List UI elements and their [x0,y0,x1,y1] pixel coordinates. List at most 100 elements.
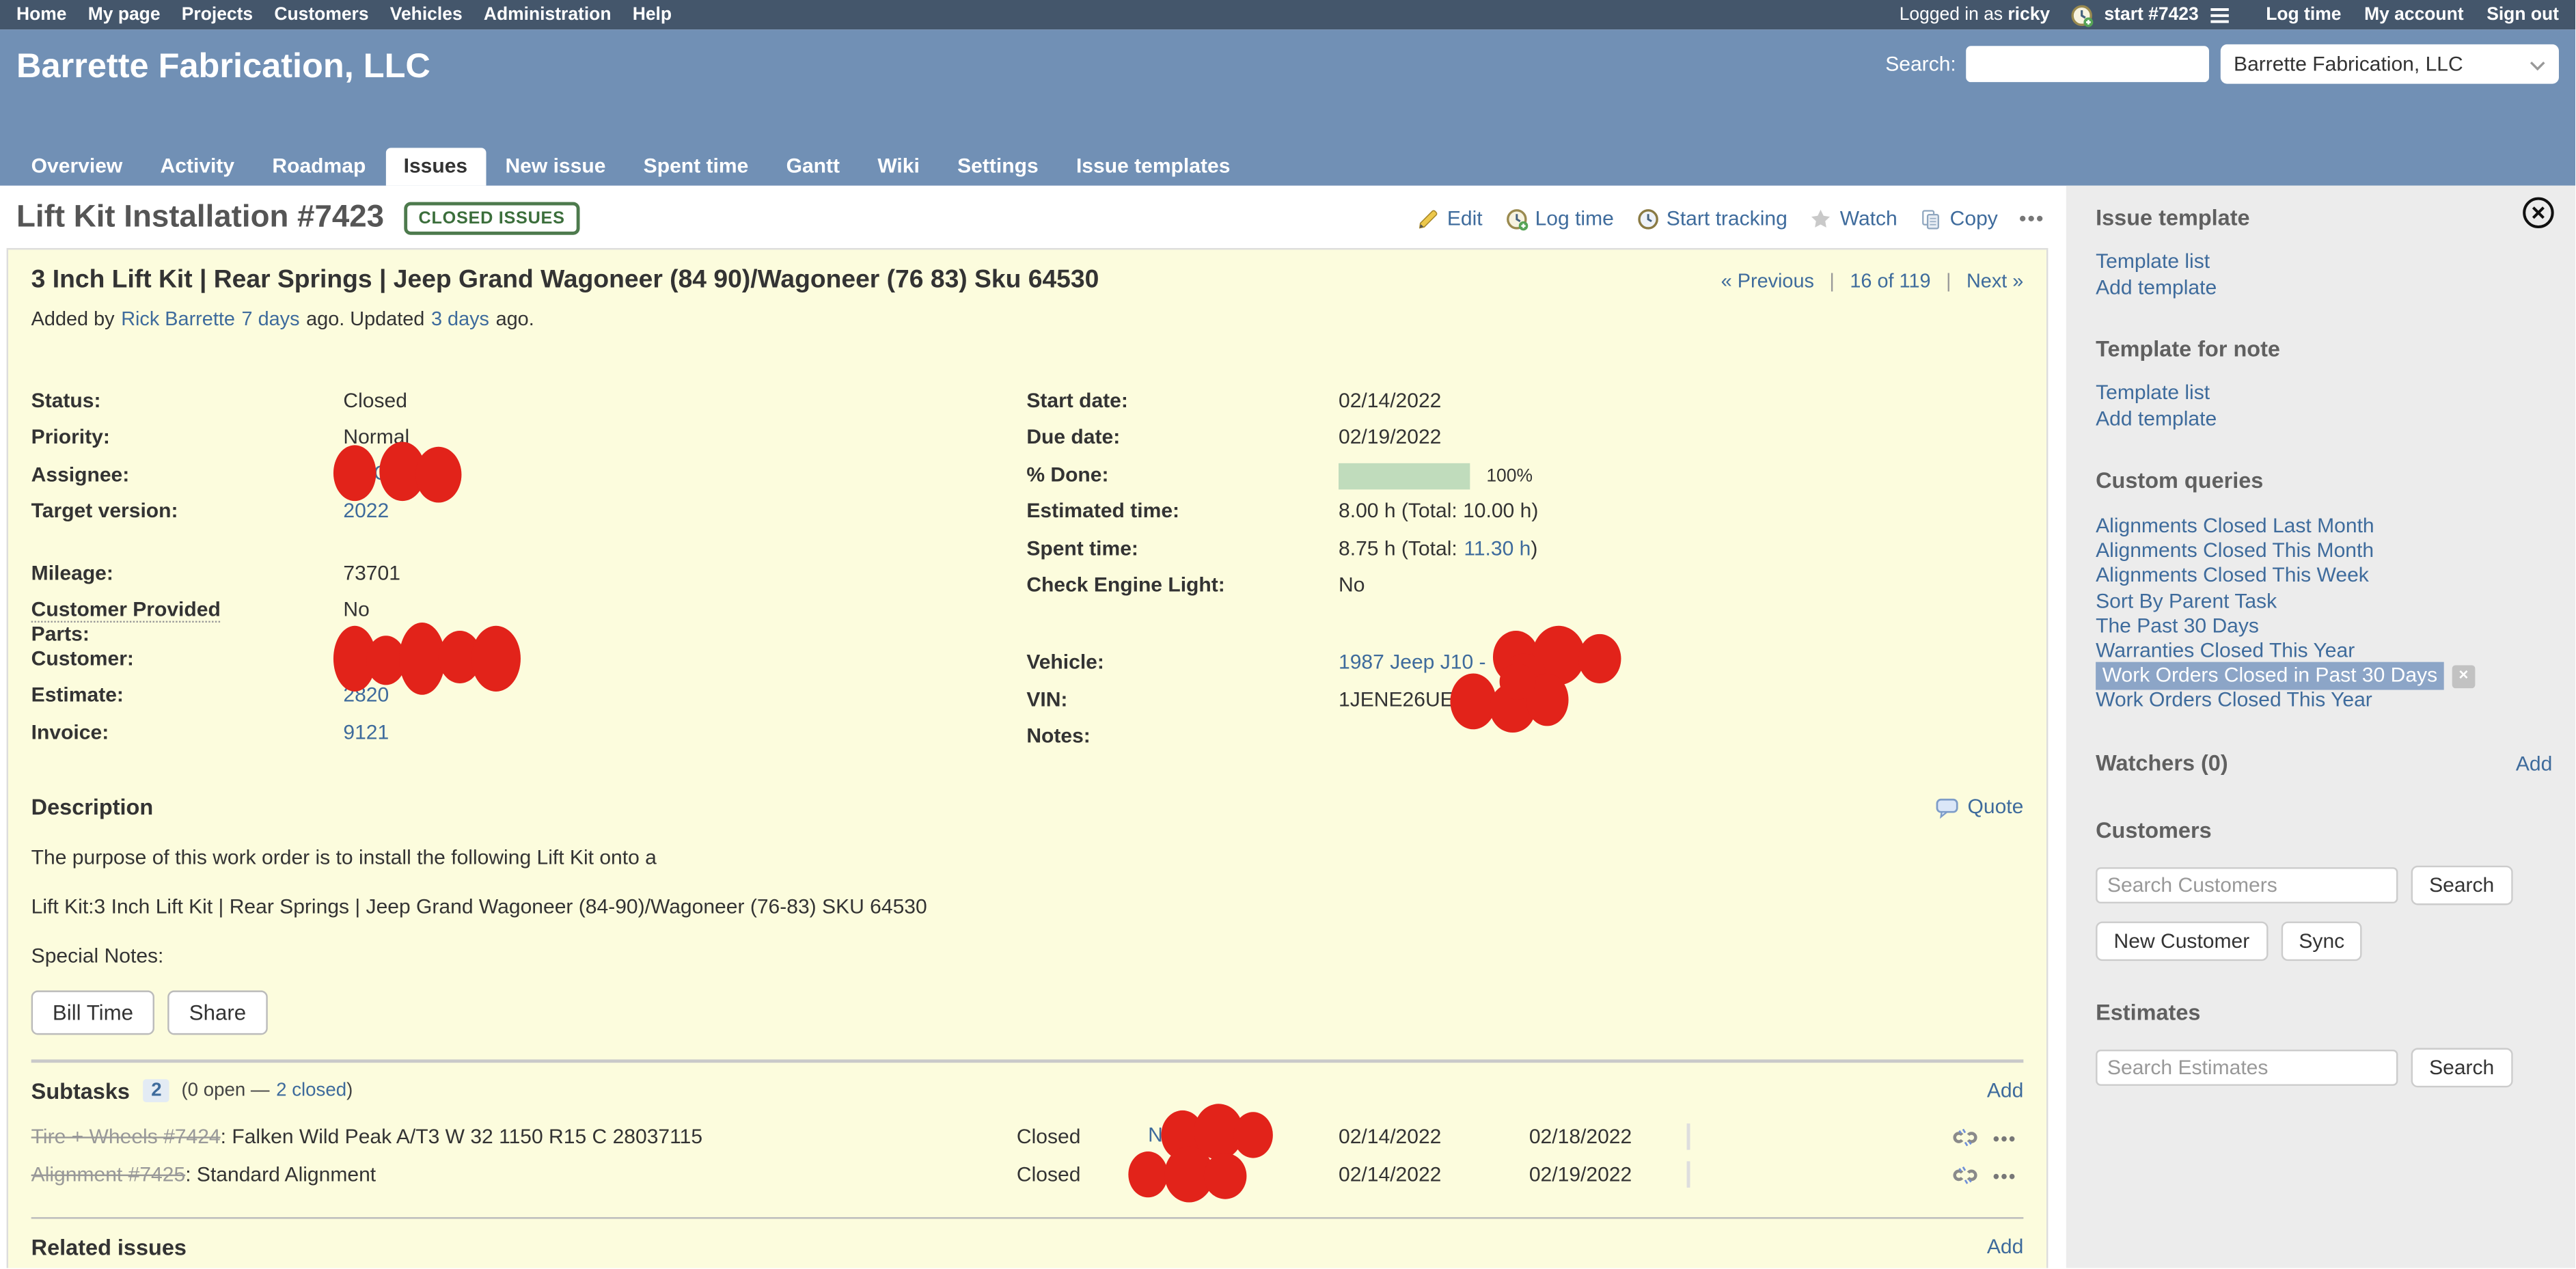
unlink-icon[interactable] [1954,1162,1978,1192]
issue-details: 3 Inch Lift Kit | Rear Springs | Jeep Gr… [7,248,2049,1268]
tab-issue-templates[interactable]: Issue templates [1058,148,1248,185]
chevron-down-icon [2530,53,2546,76]
subtask-link[interactable]: Alignment #7425 [31,1162,186,1186]
closed-subtasks-link[interactable]: 2 closed [276,1081,346,1101]
description-paragraph: Lift Kit:3 Inch Lift Kit | Rear Springs … [31,895,2024,918]
tab-wiki[interactable]: Wiki [860,148,937,185]
start-date-value: 02/14/2022 [1339,390,1441,414]
tab-overview[interactable]: Overview [13,148,141,185]
subtask-progress-bar [1687,1160,1690,1186]
start-tracking-button[interactable]: Start tracking [1635,206,1787,231]
custom-query-link[interactable]: Alignments Closed This Week [2096,564,2369,587]
custom-query-link[interactable]: Alignments Closed Last Month [2096,514,2374,537]
custom-query-link[interactable]: Sort By Parent Task [2096,589,2277,612]
invoice-link[interactable]: 9121 [343,721,389,746]
vehicle-link[interactable]: 1987 Jeep J10 - [1339,651,1486,674]
copy-button[interactable]: Copy [1919,206,1998,231]
top-menu-home[interactable]: Home [16,5,66,25]
timer-clock-icon[interactable] [2070,3,2094,27]
target-version-link[interactable]: 2022 [343,500,389,524]
top-menu-customers[interactable]: Customers [274,5,368,25]
subtask-due-date: 02/19/2022 [1529,1162,1687,1186]
description-paragraph: Special Notes: [31,944,2024,967]
clock-icon [1635,206,1660,231]
author-link[interactable]: Rick Barrette [121,307,235,330]
custom-query-link[interactable]: Work Orders Closed This Year [2096,689,2372,712]
custom-query-link[interactable]: The Past 30 Days [2096,614,2259,638]
subtask-start-date: 02/14/2022 [1339,1124,1529,1147]
note-template-list-link[interactable]: Template list [2096,381,2552,407]
estimates-search-button[interactable]: Search [2411,1048,2512,1087]
check-engine-light-value: No [1339,573,1365,598]
start-timer-link[interactable]: start #7423 [2104,5,2198,25]
top-menu-administration[interactable]: Administration [484,5,612,25]
main-content: Lift Kit Installation #7423 CLOSED ISSUE… [7,186,2049,1268]
note-add-template-link[interactable]: Add template [2096,407,2552,432]
tab-issues[interactable]: Issues [385,148,485,185]
top-menu-vehicles[interactable]: Vehicles [390,5,463,25]
top-menu-help[interactable]: Help [633,5,672,25]
remove-query-button[interactable]: × [2452,666,2475,689]
edit-button[interactable]: Edit [1416,206,1482,231]
sign-out-link[interactable]: Sign out [2486,5,2559,25]
subtask-more-button[interactable]: ••• [1993,1167,2017,1187]
subtask-link[interactable]: Tire + Wheels #7424 [31,1124,221,1147]
tab-spent-time[interactable]: Spent time [625,148,766,185]
template-list-link[interactable]: Template list [2096,249,2552,275]
my-account-link[interactable]: My account [2364,5,2463,25]
subtask-start-date: 02/14/2022 [1339,1162,1529,1186]
estimates-search-input[interactable] [2096,1049,2398,1085]
tab-gantt[interactable]: Gantt [768,148,858,185]
added-ago-link[interactable]: 7 days [242,307,300,330]
project-title: Barrette Fabrication, LLC [16,48,430,87]
spent-time-total-link[interactable]: 11.30 h [1464,536,1531,560]
tab-activity[interactable]: Activity [142,148,252,185]
updated-ago-link[interactable]: 3 days [431,307,489,330]
previous-issue-link[interactable]: « Previous [1721,269,1814,292]
project-selector[interactable]: Barrette Fabrication, LLC [2221,44,2559,84]
custom-query-link[interactable]: Alignments Closed This Month [2096,539,2374,562]
close-icon[interactable] [2521,195,2556,235]
bill-time-button[interactable]: Bill Time [31,990,155,1034]
subtasks-section-header: Subtasks 2 (0 open —2 closed) Add [31,1078,2024,1103]
sync-button[interactable]: Sync [2281,921,2363,961]
subtask-row: Tire + Wheels #7424: Falken Wild Peak A/… [31,1124,2024,1162]
custom-query-link-selected[interactable]: Work Orders Closed in Past 30 Days [2096,662,2444,690]
project-header: Barrette Fabrication, LLC Search: Barret… [0,29,2575,185]
mileage-value: 73701 [343,561,400,586]
tab-new-issue[interactable]: New issue [487,148,624,185]
logged-in-status: Logged in asricky [1900,5,2050,25]
subtask-more-button[interactable]: ••• [1993,1130,2017,1149]
subtasks-count-badge: 2 [143,1079,169,1102]
add-related-issue-link[interactable]: Add [1987,1236,2023,1259]
log-time-button[interactable]: Log time [1504,206,1614,231]
top-menu-projects[interactable]: Projects [182,5,253,25]
quote-button[interactable]: Quote [1934,794,2023,819]
tab-roadmap[interactable]: Roadmap [254,148,384,185]
custom-query-link[interactable]: Warranties Closed This Year [2096,639,2355,662]
unlink-icon[interactable] [1954,1124,1978,1154]
customers-heading: Customers [2096,817,2552,842]
redaction-vin [1454,689,1579,712]
add-template-link[interactable]: Add template [2096,275,2552,301]
description-paragraph: The purpose of this work order is to ins… [31,845,2024,869]
add-subtask-link[interactable]: Add [1987,1079,2023,1102]
next-issue-link[interactable]: Next » [1967,269,2023,292]
add-watcher-link[interactable]: Add [2516,752,2552,775]
vin-value: 1JENE26UE [1339,688,1454,711]
customers-search-button[interactable]: Search [2411,865,2512,905]
username: ricky [2008,5,2050,25]
tab-settings[interactable]: Settings [940,148,1056,185]
log-time-link[interactable]: Log time [2266,5,2341,25]
share-button[interactable]: Share [167,990,267,1034]
subtasks-summary: (0 open —2 closed) [181,1081,353,1101]
top-menu-my-page[interactable]: My page [88,5,161,25]
customers-search-input[interactable] [2096,867,2398,903]
watch-button[interactable]: Watch [1809,206,1897,231]
new-customer-button[interactable]: New Customer [2096,921,2268,961]
clock-plus-icon [1504,206,1529,231]
timer-list-icon[interactable] [2208,5,2230,23]
issue-position: 16 of 119 [1850,269,1930,292]
more-actions-button[interactable]: ••• [2019,207,2045,230]
search-input[interactable] [1966,46,2209,82]
